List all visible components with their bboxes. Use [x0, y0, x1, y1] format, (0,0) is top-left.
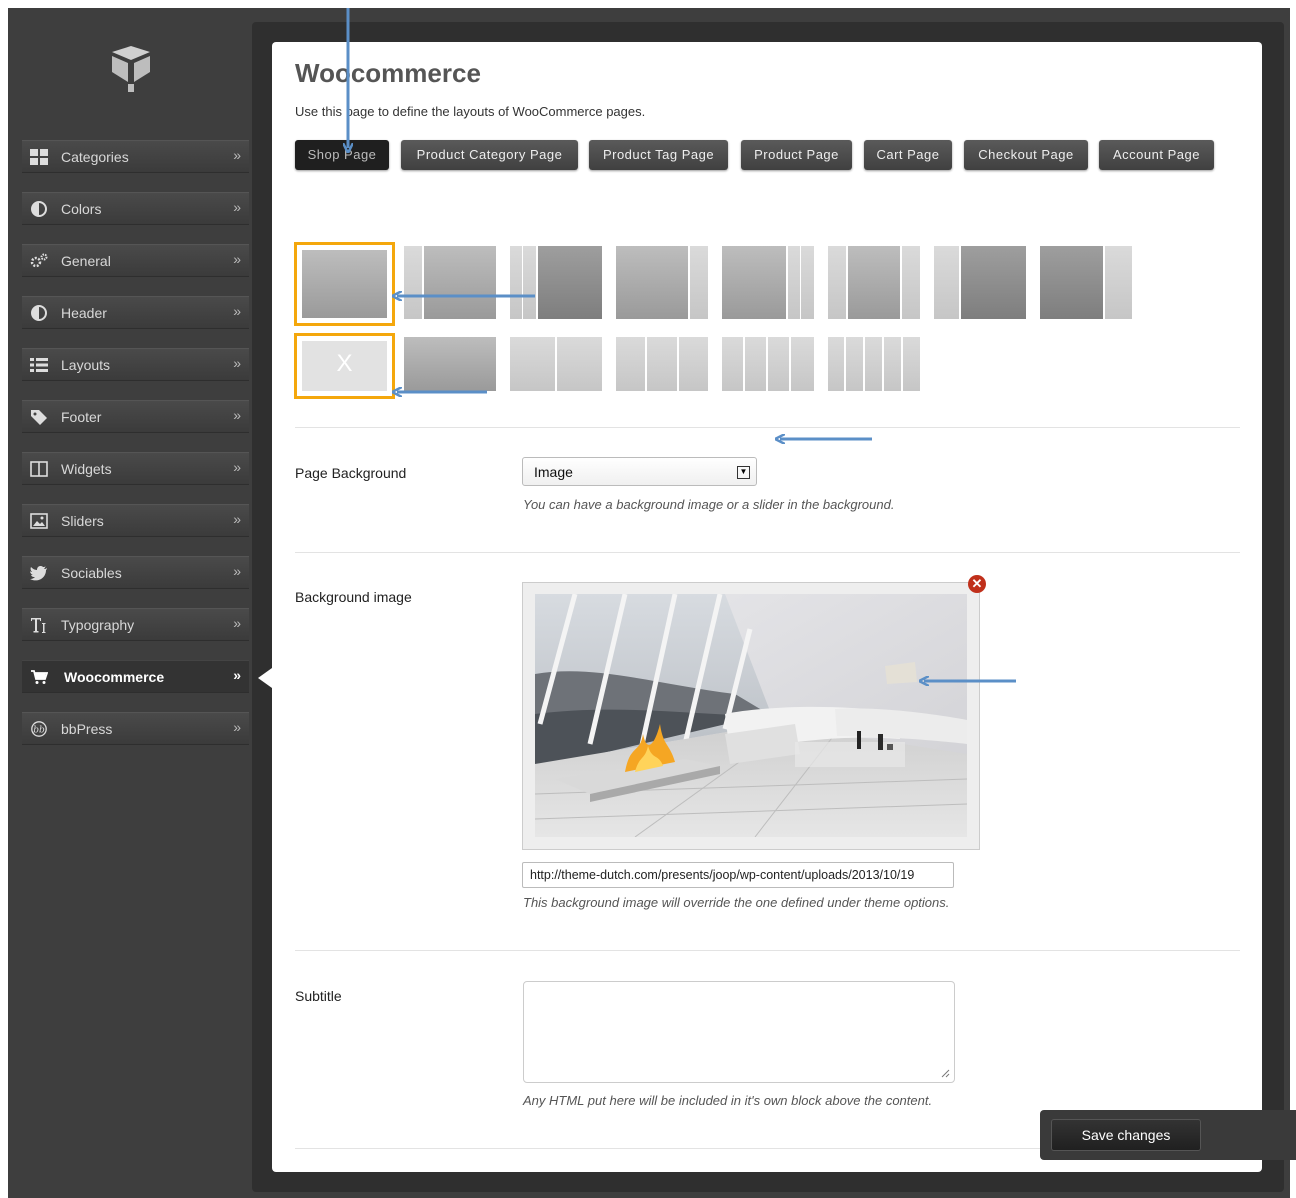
cart-icon: [31, 670, 48, 684]
chevron-right-icon: »: [233, 147, 241, 163]
layout-option-two-columns[interactable]: [510, 337, 602, 391]
page-background-value: Image: [534, 464, 573, 480]
tab-product-tag-page[interactable]: Product Tag Page: [589, 140, 728, 170]
sidebar-item-colors[interactable]: Colors »: [22, 192, 249, 225]
layout-option-three-columns[interactable]: [616, 337, 708, 391]
sidebar-item-label: Woocommerce: [64, 669, 165, 685]
chevron-right-icon: »: [233, 459, 241, 475]
tab-product-category-page[interactable]: Product Category Page: [401, 140, 578, 170]
chevron-right-icon: »: [233, 667, 241, 683]
layout-block: [302, 250, 387, 318]
active-item-pointer: [258, 668, 272, 688]
layout-option-full-width[interactable]: [294, 242, 395, 326]
bbpress-icon: bb: [31, 721, 47, 737]
layout-option-five-columns[interactable]: [828, 337, 920, 391]
typography-icon: [31, 618, 46, 633]
sidebar-item-label: Header: [61, 305, 107, 321]
page-description: Use this page to define the layouts of W…: [295, 104, 646, 119]
chevron-right-icon: »: [233, 563, 241, 579]
page-background-select[interactable]: Image ▼: [522, 457, 757, 486]
sidebar-item-label: Sliders: [61, 513, 104, 529]
sidebar-item-typography[interactable]: Typography »: [22, 608, 249, 641]
layout-option-one-column[interactable]: [404, 337, 496, 391]
layout-option-sidebars-both-sides[interactable]: [828, 246, 920, 319]
tab-account-page[interactable]: Account Page: [1099, 140, 1214, 170]
sidebar-item-header[interactable]: Header »: [22, 296, 249, 329]
sidebar-item-sociables[interactable]: Sociables »: [22, 556, 249, 589]
save-button[interactable]: Save changes: [1052, 1120, 1200, 1150]
tab-shop-page[interactable]: Shop Page: [295, 140, 389, 170]
no-columns-mark: X: [336, 350, 353, 377]
sidebar-item-widgets[interactable]: Widgets »: [22, 452, 249, 485]
sidebar-item-layouts[interactable]: Layouts »: [22, 348, 249, 381]
contrast-icon: [31, 201, 47, 217]
gears-icon: [30, 253, 48, 268]
grid-icon: [30, 149, 48, 165]
tab-cart-page[interactable]: Cart Page: [864, 140, 952, 170]
sidebar-item-general[interactable]: General »: [22, 244, 249, 277]
page-background-help: You can have a background image or a sli…: [523, 497, 895, 512]
svg-text:bb: bb: [33, 726, 45, 736]
theme-logo-icon: [112, 46, 150, 92]
sidebar-item-woocommerce[interactable]: Woocommerce »: [22, 660, 249, 693]
divider: [295, 950, 1240, 951]
divider: [295, 552, 1240, 553]
resize-grip-icon[interactable]: [940, 1068, 950, 1078]
sidebar-item-label: Widgets: [61, 461, 112, 477]
tag-icon: [31, 410, 47, 425]
subtitle-help: Any HTML put here will be included in it…: [523, 1093, 933, 1108]
layout-option-two-right-sidebars[interactable]: [722, 246, 814, 319]
chevron-right-icon: »: [233, 303, 241, 319]
chevron-down-icon: ▼: [737, 466, 750, 479]
chevron-right-icon: »: [233, 615, 241, 631]
sidebar-item-label: General: [61, 253, 111, 269]
layout-option-no-columns[interactable]: X: [294, 333, 395, 399]
columns-icon: [30, 461, 48, 477]
layout-option-left-sidebar[interactable]: [404, 246, 496, 319]
list-icon: [30, 358, 48, 372]
layout-option-right-sidebar[interactable]: [616, 246, 708, 319]
sidebar-item-label: Sociables: [61, 565, 122, 581]
sidebar-item-categories[interactable]: Categories »: [22, 140, 249, 173]
sidebar-item-label: bbPress: [61, 721, 113, 737]
sidebar-item-label: Footer: [61, 409, 102, 425]
sidebar-item-footer[interactable]: Footer »: [22, 400, 249, 433]
chevron-right-icon: »: [233, 511, 241, 527]
sidebar-item-label: Colors: [61, 201, 102, 217]
background-image-help: This background image will override the …: [523, 895, 950, 910]
chevron-right-icon: »: [233, 251, 241, 267]
chevron-right-icon: »: [233, 719, 241, 735]
subtitle-textarea[interactable]: [523, 981, 955, 1083]
background-image-preview: [535, 594, 967, 837]
tab-checkout-page[interactable]: Checkout Page: [964, 140, 1088, 170]
background-image-label: Background image: [295, 589, 412, 605]
contrast-icon: [31, 305, 47, 321]
subtitle-label: Subtitle: [295, 988, 342, 1004]
sidebar-item-label: Categories: [61, 149, 129, 165]
layout-option-wide-left-sidebar[interactable]: [934, 246, 1026, 319]
background-image-url-input[interactable]: http://theme-dutch.com/presents/joop/wp-…: [522, 862, 954, 888]
sidebar-item-label: Typography: [61, 617, 135, 633]
twitter-bird-icon: [30, 566, 47, 581]
sidebar-item-bbpress[interactable]: bb bbPress »: [22, 712, 249, 745]
layout-option-two-left-sidebars[interactable]: [510, 246, 602, 319]
chevron-right-icon: »: [233, 355, 241, 371]
chevron-right-icon: »: [233, 407, 241, 423]
sidebar-item-label: Layouts: [61, 357, 111, 373]
layout-option-wide-right-sidebar[interactable]: [1040, 246, 1132, 319]
page-background-label: Page Background: [295, 465, 407, 481]
chevron-right-icon: »: [233, 199, 241, 215]
divider: [295, 427, 1240, 428]
sidebar-item-sliders[interactable]: Sliders »: [22, 504, 249, 537]
image-icon: [30, 513, 48, 529]
sidebar: [8, 8, 252, 1198]
layout-option-four-columns[interactable]: [722, 337, 814, 391]
page-title: Woocommerce: [295, 58, 481, 88]
remove-image-button[interactable]: ✕: [968, 575, 986, 593]
tab-product-page[interactable]: Product Page: [741, 140, 852, 170]
